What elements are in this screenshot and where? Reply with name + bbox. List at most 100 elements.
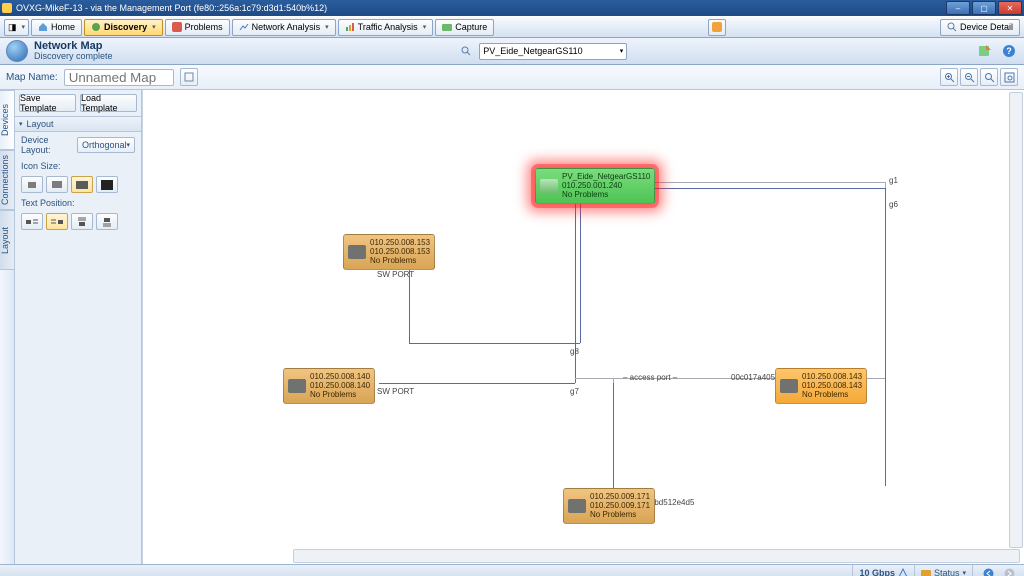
status-bar: 10 Gbps Status ▾ bbox=[0, 564, 1024, 576]
node2-l3: No Problems bbox=[310, 390, 370, 399]
port-label-g7: g7 bbox=[570, 387, 579, 396]
device-detail-button[interactable]: Device Detail bbox=[940, 19, 1020, 36]
status-speed: 10 Gbps bbox=[852, 565, 908, 576]
device-select[interactable]: PV_Eide_NetgearGS110 ▾ bbox=[479, 43, 627, 60]
network-analysis-icon bbox=[239, 22, 249, 32]
zoom-region-button[interactable] bbox=[1000, 68, 1018, 86]
load-template-button[interactable]: Load Template bbox=[80, 94, 137, 112]
tab-devices[interactable]: Devices bbox=[0, 90, 14, 150]
caret-down-icon: ▾ bbox=[19, 120, 23, 128]
icon-size-xs[interactable] bbox=[21, 176, 43, 193]
discovery-icon bbox=[91, 22, 101, 32]
layout-group-label: Layout bbox=[27, 119, 54, 129]
tab-layout[interactable]: Layout bbox=[0, 210, 14, 270]
help-button[interactable]: ? bbox=[1000, 42, 1018, 60]
icon-size-label: Icon Size: bbox=[21, 161, 61, 171]
status-back-button[interactable] bbox=[979, 564, 997, 576]
side-panel: Save Template Load Template ▾Layout Devi… bbox=[15, 90, 142, 564]
device-icon bbox=[288, 379, 306, 393]
map-name-aux-button[interactable] bbox=[180, 68, 198, 86]
home-icon bbox=[38, 22, 48, 32]
status-nav bbox=[972, 565, 1018, 576]
port-label-swport1: SW PORT bbox=[377, 270, 414, 279]
network-map-canvas[interactable]: g1 g6 g8 g7 SW PORT SW PORT – access por… bbox=[142, 90, 1024, 564]
node3-l2: 010.250.008.143 bbox=[802, 381, 862, 390]
icon-size-l[interactable] bbox=[96, 176, 118, 193]
zoom-out-button[interactable] bbox=[960, 68, 978, 86]
globe-icon bbox=[6, 40, 28, 62]
status-chip[interactable]: Status ▾ bbox=[914, 565, 966, 576]
node4-l2: 010.250.009.171 bbox=[590, 501, 650, 510]
text-pos-right[interactable] bbox=[46, 213, 68, 230]
node1-l3: No Problems bbox=[370, 256, 430, 265]
text-position-group bbox=[15, 211, 141, 232]
text-pos-top[interactable] bbox=[71, 213, 93, 230]
traffic-analysis-icon bbox=[345, 22, 355, 32]
device-icon bbox=[348, 245, 366, 259]
tab-connections[interactable]: Connections bbox=[0, 150, 14, 210]
capture-button[interactable]: Capture bbox=[435, 19, 494, 36]
text-pos-left[interactable] bbox=[21, 213, 43, 230]
node-device-3[interactable]: 010.250.008.143 010.250.008.143 No Probl… bbox=[775, 368, 867, 404]
icon-size-m[interactable] bbox=[71, 176, 93, 193]
network-analysis-button[interactable]: Network Analysis▾ bbox=[232, 19, 336, 36]
switch-device-icon bbox=[540, 179, 558, 193]
discovery-label: Discovery bbox=[104, 22, 147, 32]
port-label-g6: g6 bbox=[889, 200, 898, 209]
problems-button[interactable]: Problems bbox=[165, 19, 230, 36]
orange-tool-button[interactable] bbox=[708, 19, 726, 36]
map-name-label: Map Name: bbox=[6, 72, 58, 83]
node-switch-ip: 010.250.001.240 bbox=[562, 181, 650, 190]
node-device-1[interactable]: 010.250.008.153 010.250.008.153 No Probl… bbox=[343, 234, 435, 270]
window-minimize-button[interactable]: – bbox=[946, 1, 970, 15]
layout-group-header[interactable]: ▾ Layout bbox=[15, 116, 141, 132]
device-layout-select[interactable]: Orthogonal▾ bbox=[77, 137, 135, 153]
device-detail-label: Device Detail bbox=[960, 22, 1013, 32]
page-subtitle: Discovery complete bbox=[34, 52, 113, 61]
node-device-2[interactable]: 010.250.008.140 010.250.008.140 No Probl… bbox=[283, 368, 375, 404]
save-template-button[interactable]: Save Template bbox=[19, 94, 76, 112]
text-pos-bottom[interactable] bbox=[96, 213, 118, 230]
problems-label: Problems bbox=[185, 22, 223, 32]
back-button[interactable]: ◨▾ bbox=[4, 19, 29, 36]
traffic-analysis-button[interactable]: Traffic Analysis▾ bbox=[338, 19, 434, 36]
traffic-analysis-label: Traffic Analysis bbox=[358, 22, 418, 32]
zoom-in-button[interactable] bbox=[940, 68, 958, 86]
window-maximize-button[interactable]: ▢ bbox=[972, 1, 996, 15]
capture-label: Capture bbox=[455, 22, 487, 32]
node-switch[interactable]: PV_Eide_NetgearGS110 010.250.001.240 No … bbox=[535, 168, 655, 204]
status-icon bbox=[921, 568, 931, 576]
icon-size-s[interactable] bbox=[46, 176, 68, 193]
zoom-fit-button[interactable] bbox=[980, 68, 998, 86]
export-button[interactable] bbox=[976, 42, 994, 60]
discovery-button[interactable]: Discovery▾ bbox=[84, 19, 163, 36]
canvas-horizontal-scrollbar[interactable] bbox=[293, 549, 1020, 563]
status-forward-button[interactable] bbox=[1000, 564, 1018, 576]
map-name-input[interactable] bbox=[64, 69, 174, 86]
window-title: OVXG-MikeF-13 - via the Management Port … bbox=[12, 3, 944, 13]
home-button[interactable]: Home bbox=[31, 19, 82, 36]
node4-l3: No Problems bbox=[590, 510, 650, 519]
search-icon bbox=[461, 46, 471, 56]
side-tabstrip: Devices Connections Layout bbox=[0, 90, 15, 564]
chevron-down-icon: ▾ bbox=[126, 141, 130, 149]
device-icon bbox=[568, 499, 586, 513]
capture-icon bbox=[442, 22, 452, 32]
text-position-label: Text Position: bbox=[21, 198, 75, 208]
node2-l2: 010.250.008.140 bbox=[310, 381, 370, 390]
port-label-g1: g1 bbox=[889, 176, 898, 185]
device-detail-icon bbox=[947, 22, 957, 32]
node1-l1: 010.250.008.153 bbox=[370, 238, 430, 247]
node1-l2: 010.250.008.153 bbox=[370, 247, 430, 256]
window-close-button[interactable]: ✕ bbox=[998, 1, 1022, 15]
node3-l1: 010.250.008.143 bbox=[802, 372, 862, 381]
node2-l1: 010.250.008.140 bbox=[310, 372, 370, 381]
chevron-down-icon: ▾ bbox=[620, 47, 624, 55]
node-device-4[interactable]: 010.250.009.171 010.250.009.171 No Probl… bbox=[563, 488, 655, 524]
chevron-down-icon: ▾ bbox=[962, 569, 966, 576]
canvas-vertical-scrollbar[interactable] bbox=[1009, 92, 1023, 548]
node-switch-status: No Problems bbox=[562, 190, 650, 199]
svg-text:?: ? bbox=[1006, 46, 1012, 56]
speed-icon bbox=[898, 568, 908, 576]
port-label-access: – access port – bbox=[623, 373, 677, 382]
